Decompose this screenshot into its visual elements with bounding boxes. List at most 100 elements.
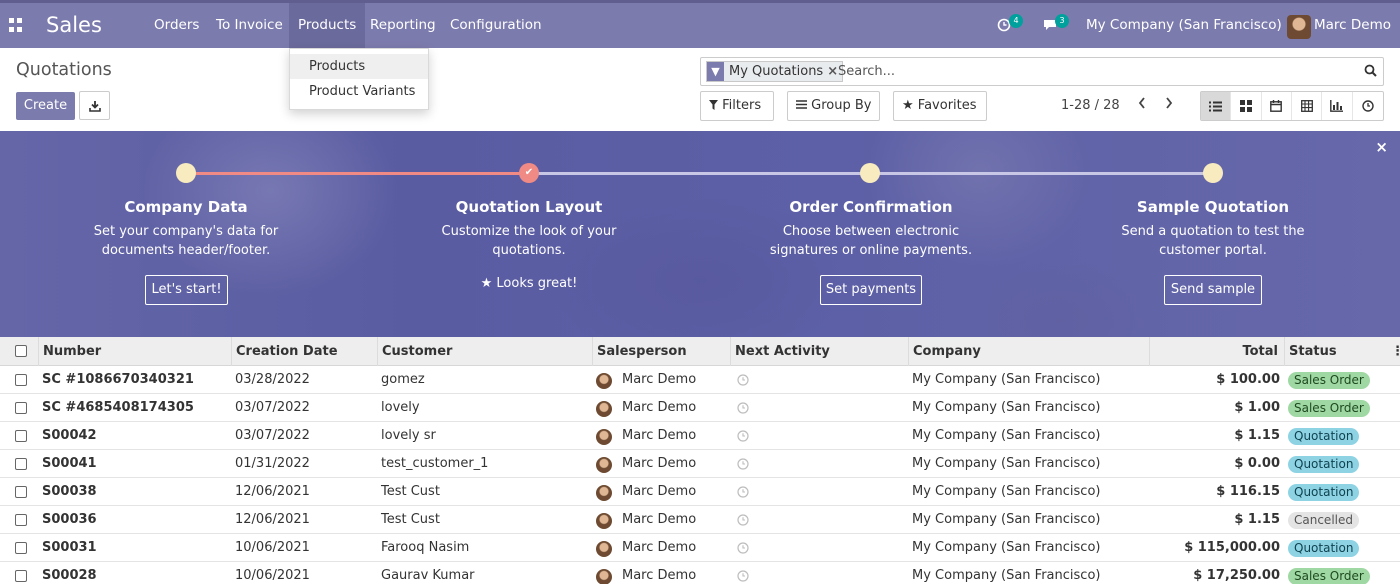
apps-menu-icon[interactable] [9,18,23,32]
group-by-button[interactable]: Group By [787,91,880,121]
salesperson-name: Marc Demo [622,428,697,443]
top-navbar: Sales Orders To Invoice Products Reporti… [0,0,1400,48]
table-row[interactable]: SC #1086670340321 03/28/2022 gomez Marc Dem… [0,366,1400,394]
creation-date: 03/07/2022 [235,428,310,443]
row-checkbox[interactable] [15,430,27,442]
table-header: Number Creation Date Customer Salesperso… [0,337,1400,366]
activity-clock-icon[interactable] [737,542,749,554]
list-view-icon[interactable] [1201,92,1232,120]
activity-view-icon[interactable] [1353,92,1383,120]
calendar-view-icon[interactable] [1262,92,1292,120]
graph-view-icon[interactable] [1322,92,1353,120]
order-total: $ 100.00 [1216,372,1280,387]
company-switcher[interactable]: My Company (San Francisco) [1086,3,1282,48]
creation-date: 12/06/2021 [235,512,310,527]
creation-date: 10/06/2021 [235,568,310,583]
pager-next-icon[interactable] [1165,97,1173,113]
download-icon [89,101,101,112]
set-payments-button[interactable]: Set payments [820,275,922,305]
creation-date: 01/31/2022 [235,456,310,471]
menu-products[interactable]: Products [289,3,366,48]
user-avatar[interactable] [1287,15,1311,39]
order-total: $ 1.15 [1234,428,1280,443]
customer-name: Gaurav Kumar [381,568,475,583]
column-total[interactable]: Total [1149,337,1284,366]
search-input[interactable] [838,64,1338,79]
step-description: Choose between electronic signatures or o… [769,224,973,258]
create-button[interactable]: Create [16,92,75,120]
row-checkbox[interactable] [15,542,27,554]
row-checkbox[interactable] [15,514,27,526]
menu-to-invoice[interactable]: To Invoice [207,3,292,48]
column-number[interactable]: Number [38,337,231,366]
column-status[interactable]: Status [1284,337,1384,366]
send-sample-button[interactable]: Send sample [1164,275,1262,305]
activity-clock-icon[interactable] [737,486,749,498]
column-creation-date[interactable]: Creation Date [231,337,377,366]
menu-orders[interactable]: Orders [145,3,208,48]
salesperson-name: Marc Demo [622,540,697,555]
salesperson-avatar [596,513,612,529]
dropdown-item-products[interactable]: Products [290,54,428,79]
products-dropdown: Products Product Variants [289,48,429,110]
filters-button[interactable]: Filters [700,91,774,121]
filter-icon: ▼ [707,62,724,81]
step-title: Quotation Layout [455,198,603,216]
activity-clock-icon[interactable] [737,458,749,470]
pager-previous-icon[interactable] [1138,97,1146,113]
app-brand[interactable]: Sales [46,13,102,37]
column-company[interactable]: Company [908,337,1149,366]
lets-start-button[interactable]: Let's start! [145,275,228,305]
menu-configuration[interactable]: Configuration [441,3,551,48]
pivot-view-icon[interactable] [1292,92,1323,120]
salesperson-avatar [596,401,612,417]
table-row[interactable]: S00041 01/31/2022 test_customer_1 Marc Demo… [0,450,1400,478]
table-row[interactable]: SC #4685408174305 03/07/2022 lovely Marc De… [0,394,1400,422]
filters-label: Filters [722,98,762,113]
dropdown-item-product-variants[interactable]: Product Variants [290,79,428,104]
pager-value[interactable]: 1-28 / 28 [1061,98,1120,113]
column-customer[interactable]: Customer [377,337,592,366]
user-menu[interactable]: Marc Demo [1314,3,1391,48]
table-row[interactable]: S00036 12/06/2021 Test Cust Marc Demo My Com… [0,506,1400,534]
row-checkbox[interactable] [15,374,27,386]
row-checkbox[interactable] [15,458,27,470]
table-row[interactable]: S00042 03/07/2022 lovely sr Marc Demo My Com… [0,422,1400,450]
select-all-checkbox[interactable] [15,345,27,357]
download-button[interactable] [79,91,110,120]
company-name: My Company (San Francisco) [912,540,1101,555]
column-salesperson[interactable]: Salesperson [592,337,730,366]
group-by-icon [796,100,807,109]
row-checkbox[interactable] [15,402,27,414]
salesperson-name: Marc Demo [622,568,697,583]
close-banner-icon[interactable]: × [1375,138,1388,156]
kanban-view-icon[interactable] [1231,92,1262,120]
optional-columns-icon[interactable]: ⋮ [1391,344,1400,359]
step-dot-quotation-layout: ✔ [519,163,539,183]
table-row[interactable]: S00038 12/06/2021 Test Cust Marc Demo My Com… [0,478,1400,506]
salesperson-avatar [596,541,612,557]
customer-name: Test Cust [381,484,440,499]
column-next-activity[interactable]: Next Activity [730,337,908,366]
menu-reporting[interactable]: Reporting [361,3,445,48]
search-icon[interactable] [1364,64,1377,77]
order-number: SC #4685408174305 [42,400,194,415]
row-checkbox[interactable] [15,570,27,582]
activity-clock-icon[interactable] [737,514,749,526]
table-row[interactable]: S00031 10/06/2021 Farooq Nasim Marc Demo My … [0,534,1400,562]
activity-clock-icon[interactable] [737,570,749,582]
activity-clock-icon[interactable] [737,402,749,414]
looks-great-status: ★ Looks great! [480,276,578,291]
activity-clock-icon[interactable] [737,430,749,442]
activity-clock-icon[interactable] [737,374,749,386]
favorites-button[interactable]: ★ Favorites [893,91,987,121]
customer-name: Test Cust [381,512,440,527]
salesperson-avatar [596,429,612,445]
status-badge: Quotation [1288,484,1360,501]
order-number: S00036 [42,512,97,527]
row-checkbox[interactable] [15,486,27,498]
table-row[interactable]: S00028 10/06/2021 Gaurav Kumar Marc Demo My … [0,562,1400,584]
step-dot-company-data [176,163,196,183]
activity-clock-icon[interactable] [997,3,1011,48]
order-number: SC #1086670340321 [42,372,194,387]
